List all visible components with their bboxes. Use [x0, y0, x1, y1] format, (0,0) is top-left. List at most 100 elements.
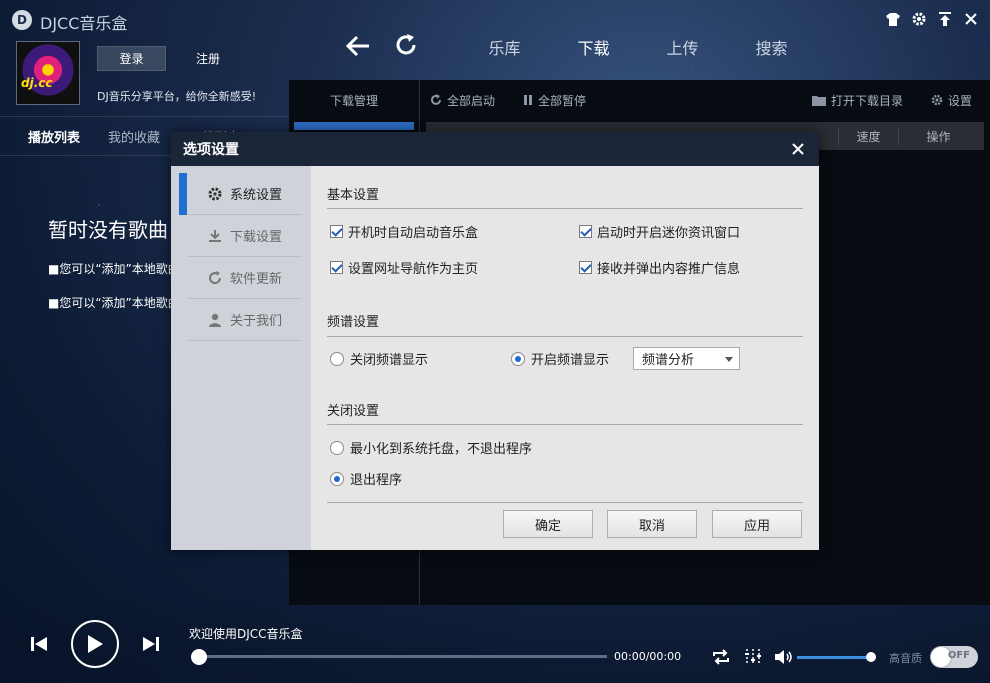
download-settings-button[interactable]: 设置 — [931, 92, 972, 109]
download-settings-label: 设置 — [947, 93, 972, 108]
checkbox-checked — [579, 225, 592, 238]
time-display: 00:00/00:00 — [614, 650, 682, 663]
autostart-checkbox[interactable]: 开机时自动启动音乐盒 — [330, 222, 478, 241]
download-icon — [209, 229, 221, 242]
refresh-icon — [209, 270, 222, 284]
checkbox-label: 接收并弹出内容推广信息 — [597, 262, 741, 277]
app-logo: D — [12, 10, 32, 30]
top-nav: 乐库 下载 上传 搜索 — [460, 35, 816, 59]
col-action: 操作 — [898, 127, 978, 145]
homepage-checkbox[interactable]: 设置网址导航作为主页 — [330, 258, 478, 277]
spectrum-settings-title: 频谱设置 — [327, 315, 380, 330]
col-speed: 速度 — [838, 127, 898, 145]
play-icon — [88, 635, 103, 653]
sidebar-item-label: 软件更新 — [230, 272, 283, 287]
volume-icon[interactable] — [774, 648, 794, 666]
download-toolbar: 全部启动 全部暂停 打开下载目录 设置 — [420, 80, 990, 120]
radio-selected — [511, 351, 525, 366]
checkbox-label: 开机时自动启动音乐盒 — [348, 226, 479, 241]
gear-icon[interactable] — [912, 10, 926, 28]
now-playing-text: 欢迎使用DJCC音乐盒 — [189, 627, 303, 641]
close-icon[interactable] — [789, 140, 807, 158]
radio-label: 退出程序 — [350, 473, 403, 488]
minimize-to-tray-radio[interactable]: 最小化到系统托盘，不退出程序 — [330, 438, 532, 457]
spectrum-on-radio[interactable]: 开启频谱显示 — [511, 349, 609, 368]
basic-settings-title: 基本设置 — [327, 188, 380, 203]
spectrum-off-radio[interactable]: 关闭频谱显示 — [330, 349, 428, 368]
tab-search[interactable]: 搜索 — [727, 35, 816, 59]
download-sidebar-item[interactable] — [294, 122, 414, 130]
volume-handle[interactable] — [866, 652, 876, 662]
play-button[interactable] — [71, 620, 119, 668]
open-folder-button[interactable]: 打开下载目录 — [811, 92, 903, 109]
start-icon — [431, 94, 441, 105]
tab-favorites[interactable]: 我的收藏 — [94, 127, 174, 146]
equalizer-icon[interactable] — [744, 648, 764, 666]
sidebar-item-system[interactable]: 系统设置 — [188, 173, 302, 215]
sidebar-item-update[interactable]: 软件更新 — [188, 257, 302, 299]
avatar[interactable]: dj.cc — [16, 41, 80, 105]
login-button[interactable]: 登录 — [97, 46, 166, 71]
avatar-brand: dj.cc — [21, 76, 53, 90]
start-all-button[interactable]: 全部启动 — [430, 92, 495, 109]
divider — [327, 424, 803, 425]
cancel-button[interactable]: 取消 — [607, 510, 697, 538]
refresh-icon[interactable] — [394, 33, 418, 57]
open-folder-label: 打开下载目录 — [830, 93, 903, 108]
start-all-label: 全部启动 — [447, 93, 496, 108]
register-button[interactable]: 注册 — [178, 46, 238, 71]
checkbox-label: 设置网址导航作为主页 — [348, 262, 479, 277]
sidebar-item-download[interactable]: 下载设置 — [188, 215, 302, 257]
sidebar-item-label: 关于我们 — [230, 314, 283, 329]
dialog-title: 选项设置 — [171, 132, 819, 166]
slogan: DJ音乐分享平台，给你全新感受! — [97, 90, 257, 103]
tab-download[interactable]: 下载 — [549, 35, 638, 59]
gear-icon — [208, 187, 222, 200]
pin-icon[interactable] — [938, 10, 952, 28]
hq-toggle[interactable]: OFF — [930, 646, 978, 668]
radio-selected — [330, 471, 344, 486]
skin-icon[interactable] — [886, 10, 900, 28]
apply-button[interactable]: 应用 — [712, 510, 802, 538]
tab-playlist[interactable]: 播放列表 — [0, 127, 94, 146]
active-indicator — [179, 173, 187, 215]
app-title: DJCC音乐盒 — [40, 14, 128, 33]
divider — [327, 502, 803, 503]
radio-label: 开启频谱显示 — [531, 353, 610, 368]
volume-slider[interactable] — [797, 656, 871, 659]
ok-button[interactable]: 确定 — [503, 510, 593, 538]
repeat-icon[interactable] — [711, 648, 731, 666]
checkbox-label: 启动时开启迷你资讯窗口 — [597, 226, 741, 241]
toggle-state: OFF — [947, 650, 970, 661]
gear-icon — [931, 94, 943, 106]
back-arrow-icon[interactable] — [345, 33, 371, 59]
download-manage-header: 下载管理 — [329, 93, 378, 108]
dialog-content: 基本设置 开机时自动启动音乐盒 启动时开启迷你资讯窗口 设置网址导航作为主页 接… — [311, 166, 819, 550]
close-settings-title: 关闭设置 — [327, 404, 380, 419]
window-controls — [886, 10, 978, 28]
checkbox-checked — [579, 261, 592, 274]
pause-all-button[interactable]: 全部暂停 — [523, 92, 586, 109]
folder-icon — [811, 96, 826, 106]
tab-library[interactable]: 乐库 — [460, 35, 549, 59]
progress-bar[interactable] — [199, 655, 607, 658]
close-icon[interactable] — [964, 10, 978, 28]
chevron-down-icon — [725, 357, 733, 362]
exit-program-radio[interactable]: 退出程序 — [330, 469, 402, 488]
previous-icon[interactable] — [30, 636, 48, 652]
mini-window-checkbox[interactable]: 启动时开启迷你资讯窗口 — [579, 222, 740, 241]
radio-label: 关闭频谱显示 — [350, 353, 429, 368]
next-icon[interactable] — [142, 636, 160, 652]
radio-label: 最小化到系统托盘，不退出程序 — [350, 442, 533, 457]
sidebar-item-about[interactable]: 关于我们 — [188, 299, 302, 341]
promo-checkbox[interactable]: 接收并弹出内容推广信息 — [579, 258, 740, 277]
user-icon — [209, 313, 221, 327]
progress-handle[interactable] — [191, 649, 207, 665]
spectrum-mode-select[interactable]: 频谱分析 — [633, 347, 740, 370]
pause-all-label: 全部暂停 — [538, 93, 587, 108]
sidebar-item-label: 系统设置 — [230, 188, 283, 203]
pause-icon — [524, 95, 533, 105]
tab-upload[interactable]: 上传 — [638, 35, 727, 59]
options-dialog: 选项设置 系统设置 下载设置 软件更新 关于我们 基本设置 开机时自动启动音乐盒 — [171, 132, 819, 550]
select-value: 频谱分析 — [642, 353, 695, 368]
